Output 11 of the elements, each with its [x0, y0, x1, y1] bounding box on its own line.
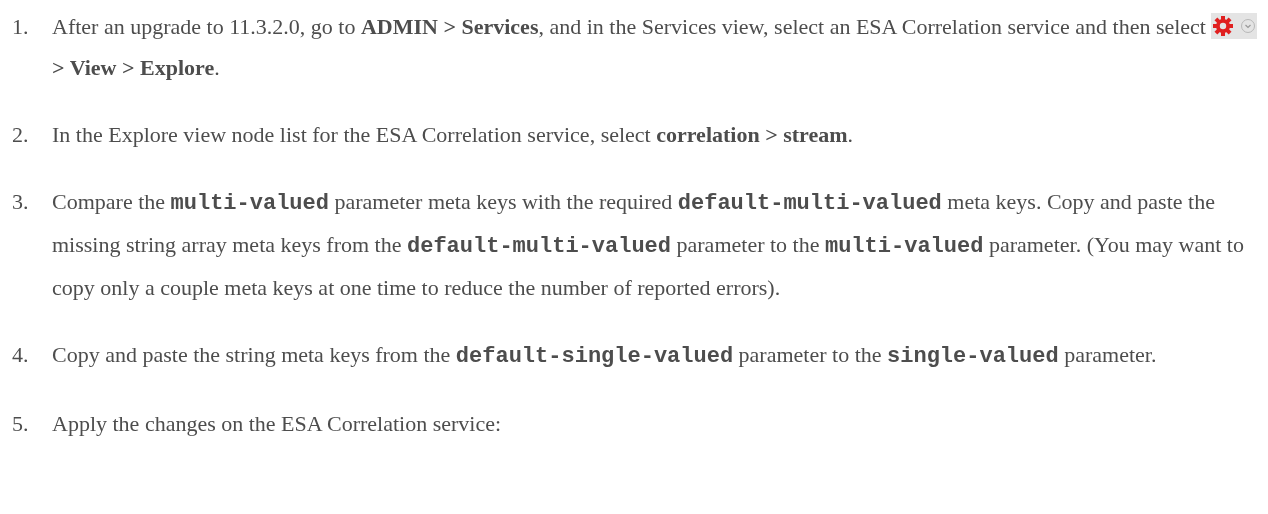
step-number: 2. [12, 121, 30, 149]
gear-menu-icon [1211, 13, 1258, 39]
step-text: In the Explore view node list for the ESA Correlation service, select correlation > stream. [52, 121, 854, 149]
step-number: 1. [12, 13, 30, 41]
step-text: Copy and paste the string meta keys from the default-single-valued parameter to the single-valued parameter. [52, 341, 1157, 371]
step-text: Apply the changes on the ESA Correlation service: [52, 410, 502, 438]
step-number: 5. [12, 410, 30, 438]
step-text: Compare the multi-valued parameter meta keys with the required default-multi-valued meta keys. Copy and paste the missing string array meta keys from the default-multi-valued parameter to the multi-valued parameter. (You may want to copy only a couple meta keys at one time to reduce the number of reported errors). [52, 188, 1245, 302]
step-text: After an upgrade to 11.3.2.0, go to ADMIN > Services, and in the Services view, select an ESA Correlation service and then select > View > Explore. [52, 6, 1258, 88]
step-number: 4. [12, 341, 30, 369]
step-number: 3. [12, 188, 30, 216]
